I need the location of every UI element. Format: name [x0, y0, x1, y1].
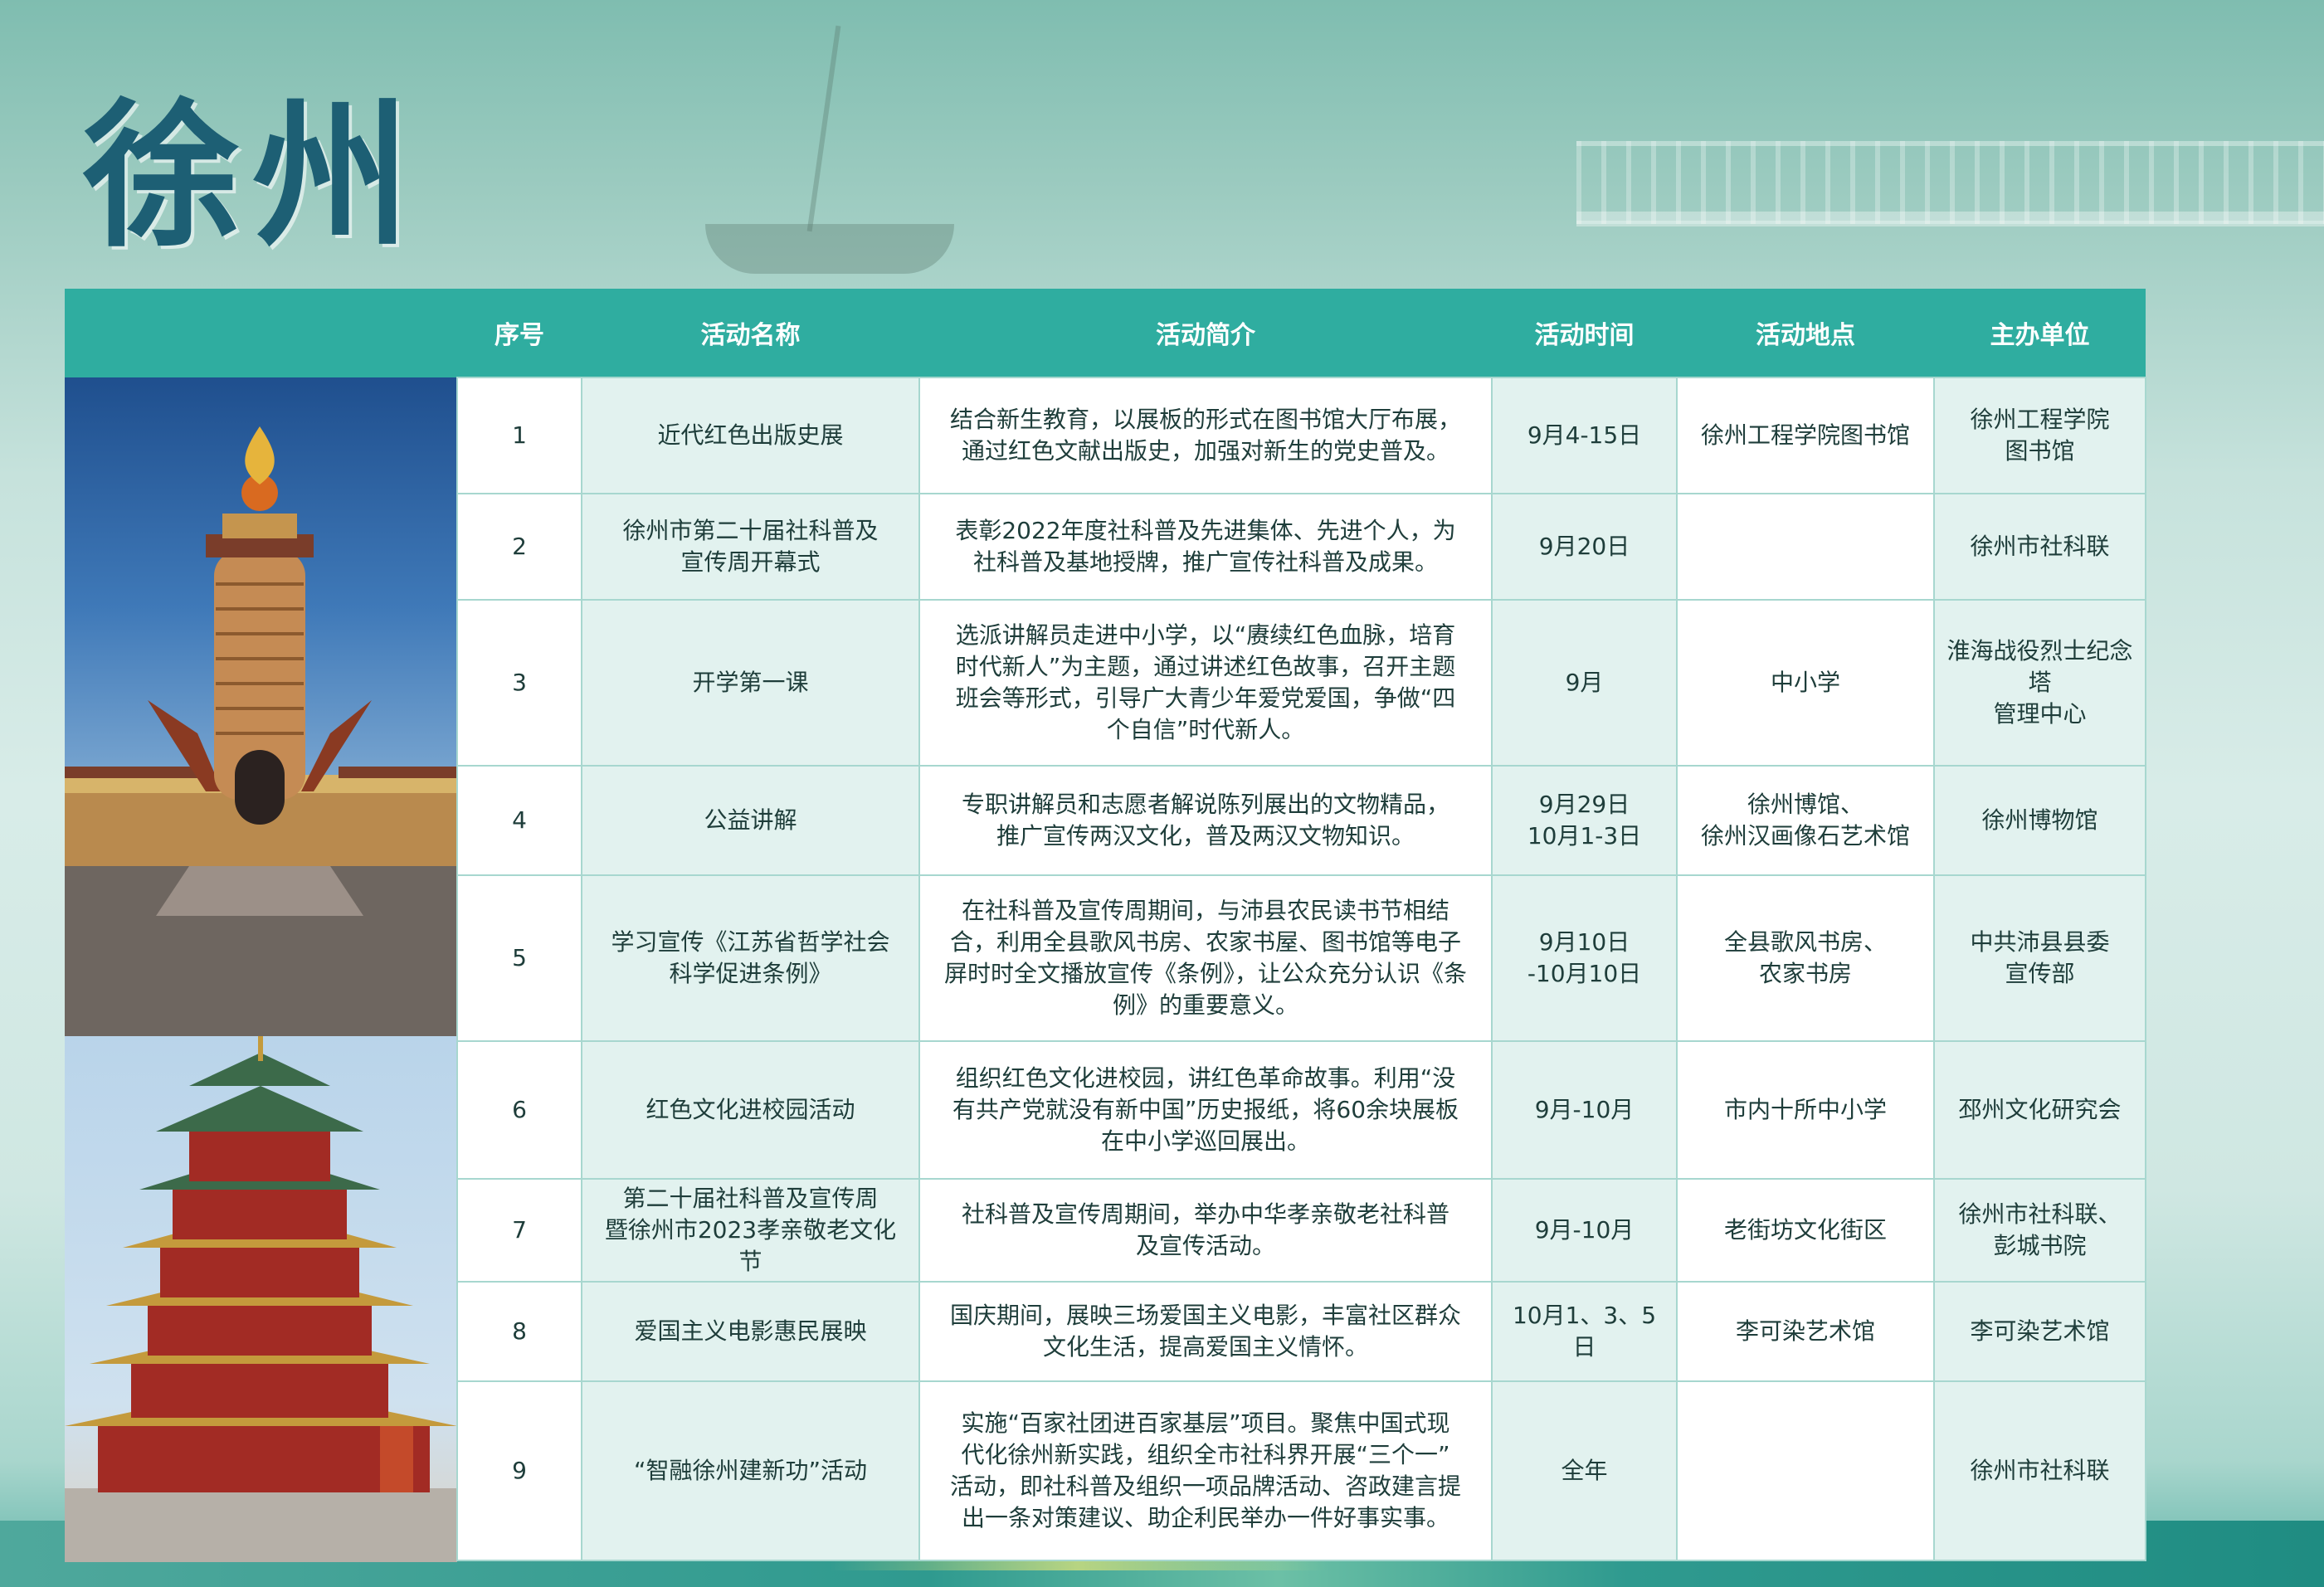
- row-time: 9月10日 -10月10日: [1491, 874, 1678, 1042]
- row-desc: 专职讲解员和志愿者解说陈列展出的文物精品， 推广宣传两汉文化，普及两汉文物知识。: [918, 765, 1493, 876]
- photo-spacer: [65, 1179, 457, 1282]
- row-desc: 表彰2022年度社科普及先进集体、先进个人，为 社科普及基地授牌，推广宣传社科普…: [918, 493, 1493, 601]
- page-title: 徐州: [83, 85, 422, 268]
- row-org: 邳州文化研究会: [1933, 1040, 2146, 1180]
- activity-table-container: 序号 活动名称 活动简介 活动时间 活动地点 主办单位 1 近代红色出版史展 结…: [65, 289, 2146, 1562]
- background-boat-pole: [806, 25, 841, 232]
- photo-spacer: [65, 1041, 457, 1179]
- row-place: [1676, 493, 1935, 601]
- row-org: 中共沛县县委 宣传部: [1933, 874, 2146, 1042]
- row-desc: 组织红色文化进校园，讲红色革命故事。利用“没 有共产党就没有新中国”历史报纸，将…: [918, 1040, 1493, 1180]
- row-place: 徐州工程学院图书馆: [1676, 377, 1935, 494]
- header-desc: 活动简介: [919, 289, 1492, 377]
- table-header-row: 序号 活动名称 活动简介 活动时间 活动地点 主办单位: [65, 289, 2146, 377]
- photo-spacer: [65, 875, 457, 1041]
- row-no: 7: [456, 1178, 582, 1283]
- row-place: 全县歌风书房、 农家书房: [1676, 874, 1935, 1042]
- table-row: 9 “智融徐州建新功”活动 实施“百家社团进百家基层”项目。聚焦中国式现 代化徐…: [65, 1380, 2146, 1561]
- row-time: 9月-10月: [1491, 1178, 1678, 1283]
- row-org: 徐州博物馆: [1933, 765, 2146, 876]
- row-no: 5: [456, 874, 582, 1042]
- photo-spacer: [65, 1381, 457, 1560]
- table-row: 5 学习宣传《江苏省哲学社会 科学促进条例》 在社科普及宣传周期间，与沛县农民读…: [65, 874, 2146, 1042]
- row-org: 淮海战役烈士纪念塔 管理中心: [1933, 599, 2146, 767]
- row-place: 老街坊文化街区: [1676, 1178, 1935, 1283]
- row-name: 近代红色出版史展: [581, 377, 920, 494]
- row-no: 6: [456, 1040, 582, 1180]
- row-desc: 实施“百家社团进百家基层”项目。聚焦中国式现 代化徐州新实践，组织全市社科界开展…: [918, 1380, 1493, 1561]
- row-org: 徐州市社科联、 彭城书院: [1933, 1178, 2146, 1283]
- photo-spacer: [65, 377, 457, 494]
- photo-spacer: [65, 1282, 457, 1381]
- row-desc: 国庆期间，展映三场爱国主义电影，丰富社区群众 文化生活，提高爱国主义情怀。: [918, 1281, 1493, 1382]
- row-desc: 结合新生教育，以展板的形式在图书馆大厅布展， 通过红色文献出版史，加强对新生的党…: [918, 377, 1493, 494]
- background-boat: [705, 224, 954, 274]
- background-bridge: [1576, 141, 2324, 224]
- row-place: 中小学: [1676, 599, 1935, 767]
- row-org: 徐州市社科联: [1933, 1380, 2146, 1561]
- row-no: 9: [456, 1380, 582, 1561]
- row-no: 3: [456, 599, 582, 767]
- table-row: 6 红色文化进校园活动 组织红色文化进校园，讲红色革命故事。利用“没 有共产党就…: [65, 1040, 2146, 1180]
- row-name: 学习宣传《江苏省哲学社会 科学促进条例》: [581, 874, 920, 1042]
- table-row: 2 徐州市第二十届社科普及 宣传周开幕式 表彰2022年度社科普及先进集体、先进…: [65, 493, 2146, 601]
- row-no: 4: [456, 765, 582, 876]
- row-org: 李可染艺术馆: [1933, 1281, 2146, 1382]
- row-place: 徐州博馆、 徐州汉画像石艺术馆: [1676, 765, 1935, 876]
- row-desc: 选派讲解员走进中小学，以“赓续红色血脉，培育 时代新人”为主题，通过讲述红色故事…: [918, 599, 1493, 767]
- row-place: [1676, 1380, 1935, 1561]
- row-name: 红色文化进校园活动: [581, 1040, 920, 1180]
- row-name: 第二十届社科普及宣传周 暨徐州市2023孝亲敬老文化节: [581, 1178, 920, 1283]
- table-row: 3 开学第一课 选派讲解员走进中小学，以“赓续红色血脉，培育 时代新人”为主题，…: [65, 599, 2146, 767]
- row-desc: 社科普及宣传周期间，举办中华孝亲敬老社科普 及宣传活动。: [918, 1178, 1493, 1283]
- table-row: 4 公益讲解 专职讲解员和志愿者解说陈列展出的文物精品， 推广宣传两汉文化，普及…: [65, 765, 2146, 876]
- row-place: 市内十所中小学: [1676, 1040, 1935, 1180]
- row-time: 9月29日 10月1-3日: [1491, 765, 1678, 876]
- photo-spacer: [65, 766, 457, 875]
- header-org: 主办单位: [1934, 289, 2146, 377]
- header-photo-spacer: [65, 289, 457, 377]
- photo-spacer: [65, 600, 457, 766]
- row-name: 开学第一课: [581, 599, 920, 767]
- row-time: 9月-10月: [1491, 1040, 1678, 1180]
- row-time: 10月1、3、5日: [1491, 1281, 1678, 1382]
- activity-table: 序号 活动名称 活动简介 活动时间 活动地点 主办单位 1 近代红色出版史展 结…: [65, 289, 2146, 1561]
- header-time: 活动时间: [1492, 289, 1677, 377]
- row-desc: 在社科普及宣传周期间，与沛县农民读书节相结 合，利用全县歌风书房、农家书屋、图书…: [918, 874, 1493, 1042]
- row-no: 2: [456, 493, 582, 601]
- row-org: 徐州市社科联: [1933, 493, 2146, 601]
- background-bridge-deck: [1576, 212, 2324, 226]
- row-time: 全年: [1491, 1380, 1678, 1561]
- row-time: 9月20日: [1491, 493, 1678, 601]
- row-place: 李可染艺术馆: [1676, 1281, 1935, 1382]
- row-org: 徐州工程学院 图书馆: [1933, 377, 2146, 494]
- row-time: 9月4-15日: [1491, 377, 1678, 494]
- header-place: 活动地点: [1677, 289, 1934, 377]
- row-no: 1: [456, 377, 582, 494]
- header-no: 序号: [457, 289, 582, 377]
- row-name: 公益讲解: [581, 765, 920, 876]
- table-row: 1 近代红色出版史展 结合新生教育，以展板的形式在图书馆大厅布展， 通过红色文献…: [65, 377, 2146, 494]
- row-name: 爱国主义电影惠民展映: [581, 1281, 920, 1382]
- row-time: 9月: [1491, 599, 1678, 767]
- row-name: 徐州市第二十届社科普及 宣传周开幕式: [581, 493, 920, 601]
- table-row: 8 爱国主义电影惠民展映 国庆期间，展映三场爱国主义电影，丰富社区群众 文化生活…: [65, 1281, 2146, 1382]
- row-no: 8: [456, 1281, 582, 1382]
- header-name: 活动名称: [582, 289, 919, 377]
- photo-spacer: [65, 494, 457, 600]
- table-row: 7 第二十届社科普及宣传周 暨徐州市2023孝亲敬老文化节 社科普及宣传周期间，…: [65, 1178, 2146, 1283]
- row-name: “智融徐州建新功”活动: [581, 1380, 920, 1561]
